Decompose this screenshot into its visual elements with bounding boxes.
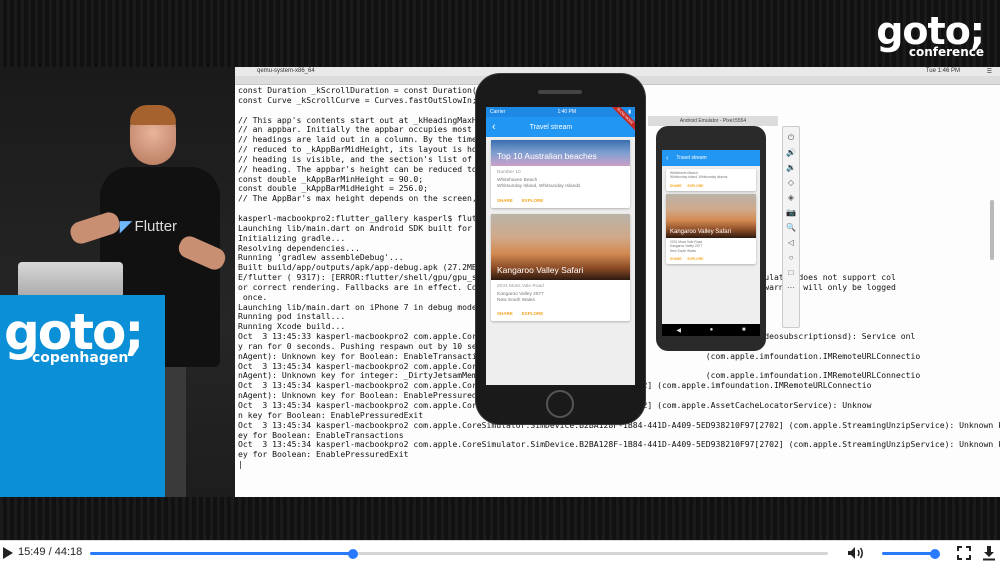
time-separator: / [48,546,52,558]
video-frame[interactable]: goto; conference ◤ Flutter goto; copenhag… [0,0,1000,540]
more-icon[interactable]: ⋯ [786,282,797,293]
android-emulator: Android Emulator - Pixel:5554 ‹ Travel s… [648,116,780,366]
back-icon[interactable]: ◁ [786,237,797,248]
home-icon[interactable]: ○ [786,252,797,263]
menubar-app-title: qemu-system-x86_64 [257,68,315,74]
card-actions: SHARE EXPLORE [491,308,630,321]
card-body: 2031 Moss Vale Road Kangaroo Valley 2577… [670,239,703,253]
camera-icon[interactable]: 📷 [786,207,797,218]
seek-bar[interactable] [90,548,828,559]
card-body: 2031 Moss Vale Road Kangaroo Valley 2577… [497,283,544,304]
card-image: Top 10 Australian beaches [491,140,630,166]
card-image-title: Kangaroo Valley Safari [497,264,584,275]
speaker-area: ◤ Flutter goto; copenhagen [0,67,235,497]
travel-card[interactable]: Top 10 Australian beaches Number 10 Whit… [491,140,630,208]
time-display: 15:49 / 44:18 [18,546,82,558]
back-arrow-icon[interactable]: ‹ [492,121,496,133]
volume-down-icon[interactable]: 🔉 [786,162,797,173]
explore-button[interactable]: EXPLORE [522,311,544,316]
iphone-speaker [538,90,582,94]
player-controls: 15:49 / 44:18 [0,540,1000,565]
podium-logo: goto; copenhagen [4,303,144,366]
travel-card[interactable]: Kangaroo Valley Safari 2031 Moss Vale Ro… [491,213,630,322]
terminal-scrollbar[interactable] [990,200,994,260]
share-button[interactable]: SHARE [670,184,682,188]
shirt-logo: ◤ Flutter [120,218,178,235]
volume-slider[interactable] [882,548,941,559]
travel-card[interactable]: Whitehaven Beach Whitsunday Island, Whit… [666,169,756,191]
android-navbar: ◀ ● ■ [662,324,760,336]
menubar-search-icon: ☰ [986,69,992,75]
stage-backdrop-bottom [0,497,1000,540]
rotate-right-icon[interactable]: ◈ [786,192,797,203]
back-arrow-icon[interactable]: ‹ [666,155,668,162]
card-actions: SHARE EXPLORE [666,182,756,191]
seek-handle[interactable] [348,548,359,559]
menubar-clock: Tue 1:46 PM [925,68,960,74]
volume-handle[interactable] [930,548,941,559]
nav-back-icon[interactable]: ◀ [676,327,681,334]
zoom-icon[interactable]: 🔍 [786,222,797,233]
share-button[interactable]: SHARE [497,198,513,203]
share-button[interactable]: SHARE [670,257,682,261]
volume-icon[interactable] [847,546,865,560]
power-icon[interactable]: ⏻ [786,132,797,143]
iphone-screen: Carrier 1:40 PM ▮ ‹ Travel stream SLOW MOD… [486,107,635,385]
duration: 44:18 [54,546,83,558]
stage-backdrop-top [0,0,1000,67]
volume-up-icon[interactable]: 🔊 [786,147,797,158]
rotate-left-icon[interactable]: ◇ [786,177,797,188]
card-body: Whitehaven Beach Whitsunday Island, Whit… [670,171,728,180]
speaker-hair [130,105,176,125]
card-image-title: Top 10 Australian beaches [497,151,597,161]
overview-icon[interactable]: □ [786,267,797,278]
play-icon[interactable] [3,547,13,559]
travel-card[interactable]: Kangaroo Valley Safari 2031 Moss Vale Ro… [666,193,756,265]
ios-appbar: ‹ Travel stream [486,117,635,137]
volume-level [882,552,936,555]
explore-button[interactable]: EXPLORE [688,184,704,188]
appbar-title: Travel stream [529,123,573,131]
home-button[interactable] [546,390,574,418]
download-icon[interactable] [982,545,996,561]
terminal-line: ey for Boolean: EnablePressuredExit [238,449,409,460]
emulator-toolbar: ⏻ 🔊 🔉 ◇ ◈ 📷 🔍 ◁ ○ □ ⋯ [782,126,800,328]
seek-bar-played [90,552,354,555]
terminal-line: | [238,459,243,470]
card-actions: SHARE EXPLORE [666,255,756,264]
android-appbar: ‹ Travel stream [662,150,760,166]
card-body: Number 10 Whitehaven Beach Whitsunday Is… [497,170,581,190]
appbar-title: Travel stream [676,155,707,161]
explore-button[interactable]: EXPLORE [688,257,704,261]
fullscreen-icon[interactable] [957,546,971,560]
card-image: Kangaroo Valley Safari [666,193,756,238]
nav-home-icon[interactable]: ● [710,327,714,333]
emulator-titlebar: Android Emulator - Pixel:5554 [648,116,778,126]
share-button[interactable]: SHARE [497,311,513,316]
card-image: Kangaroo Valley Safari [491,213,630,280]
card-image-title: Kangaroo Valley Safari [670,228,731,235]
nav-recents-icon[interactable]: ■ [742,327,746,333]
explore-button[interactable]: EXPLORE [522,198,544,203]
card-actions: SHARE EXPLORE [491,195,630,208]
goto-conference-logo: goto; conference [876,9,985,59]
iphone-simulator: Carrier 1:40 PM ▮ ‹ Travel stream SLOW MOD… [476,74,645,424]
android-phone: ‹ Travel stream Whitehaven Beach Whitsun… [656,126,766,351]
laptop [18,262,123,298]
android-screen: ‹ Travel stream Whitehaven Beach Whitsun… [662,150,760,324]
current-time: 15:49 [18,546,46,558]
